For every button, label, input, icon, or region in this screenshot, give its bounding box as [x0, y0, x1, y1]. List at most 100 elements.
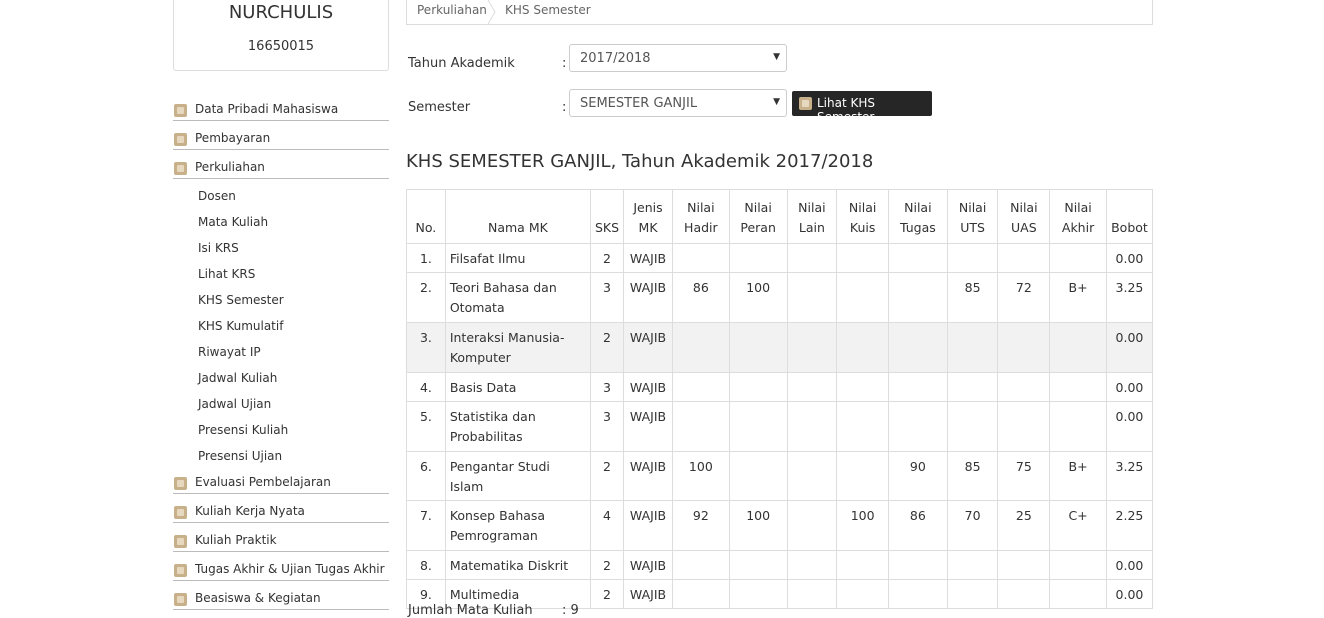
cell-tugas: [887, 243, 948, 273]
cell-tugas: 90: [887, 451, 948, 501]
breadcrumb: Perkuliahan KHS Semester: [406, 0, 1153, 25]
cell-tugas: [887, 272, 948, 323]
sidebar-subitem-label: Riwayat IP: [198, 345, 261, 359]
cell-uas: [997, 401, 1051, 452]
sidebar-subitem-presensi-kuliah[interactable]: Presensi Kuliah: [173, 421, 389, 447]
cell-akhir: B+: [1049, 451, 1107, 501]
cell-kuis: 100: [836, 500, 889, 551]
cell-uts: 85: [946, 451, 999, 501]
semester-select[interactable]: SEMESTER GANJIL ▼: [569, 89, 787, 117]
cell-akhir: [1049, 322, 1107, 373]
table-row: 5. Statistika dan Probabilitas 3 WAJIB 0.00: [406, 401, 1154, 452]
cell-uas: [997, 550, 1051, 580]
cell-lain: [786, 372, 838, 402]
tahun-akademik-select[interactable]: 2017/2018 ▼: [569, 44, 787, 72]
cell-tugas: [887, 401, 948, 452]
breadcrumb-parent[interactable]: Perkuliahan: [417, 3, 487, 17]
sidebar-subitem-khs-semester[interactable]: KHS Semester: [173, 291, 389, 317]
cell-jenis: WAJIB: [623, 550, 673, 580]
menu-icon: [174, 477, 187, 490]
cell-uts: 85: [946, 272, 999, 323]
cell-akhir: B+: [1049, 272, 1107, 323]
sidebar-subitem-jadwal-kuliah[interactable]: Jadwal Kuliah: [173, 369, 389, 395]
cell-nama: Konsep Bahasa Pemrograman: [444, 500, 591, 551]
sidebar-item-row: Perkuliahan: [173, 158, 389, 179]
cell-akhir: [1049, 579, 1107, 609]
sidebar-subitem-label: Lihat KRS: [198, 267, 256, 281]
sidebar-subitem-lihat-krs[interactable]: Lihat KRS: [173, 265, 389, 291]
table-row: 4. Basis Data 3 WAJIB 0.00: [406, 372, 1154, 402]
sidebar-subitem-label: Presensi Kuliah: [198, 423, 289, 437]
cell-bobot: 3.25: [1105, 451, 1154, 501]
sidebar-subitem-dosen[interactable]: Dosen: [173, 187, 389, 213]
sidebar-item-perkuliahan[interactable]: Perkuliahan: [173, 158, 389, 187]
sidebar-item-row: Pembayaran: [173, 129, 389, 150]
menu-icon: [174, 593, 187, 606]
cell-jenis: WAJIB: [623, 372, 673, 402]
sidebar-subitem-isi-krs[interactable]: Isi KRS: [173, 239, 389, 265]
cell-peran: 100: [728, 500, 788, 551]
cell-bobot: 0.00: [1105, 372, 1154, 402]
cell-lain: [786, 322, 838, 373]
cell-jenis: WAJIB: [623, 579, 673, 609]
sidebar-subitem-label: KHS Kumulatif: [198, 319, 284, 333]
cell-nama: Filsafat Ilmu: [444, 243, 591, 273]
column-header: Nilai Tugas: [887, 189, 948, 244]
cell-uas: [997, 579, 1051, 609]
cell-uas: [997, 372, 1051, 402]
table-row: 1. Filsafat Ilmu 2 WAJIB 0.00: [406, 243, 1154, 273]
cell-uts: [946, 243, 999, 273]
cell-sks: 3: [589, 401, 625, 452]
cell-bobot: 0.00: [1105, 322, 1154, 373]
sidebar-subitem-label: Jadwal Ujian: [198, 397, 272, 411]
cell-sks: 4: [589, 500, 625, 551]
cell-kuis: [836, 372, 889, 402]
sidebar-subitem-mata-kuliah[interactable]: Mata Kuliah: [173, 213, 389, 239]
column-header: Nilai Peran: [728, 189, 788, 244]
breadcrumb-current: KHS Semester: [505, 3, 591, 17]
cell-hadir: [671, 322, 730, 373]
cell-nama: Teori Bahasa dan Otomata: [444, 272, 591, 323]
sidebar-item-evaluasi-pembelajaran[interactable]: Evaluasi Pembelajaran: [173, 473, 389, 502]
sidebar-item-beasiswa-kegiatan[interactable]: Beasiswa & Kegiatan: [173, 589, 389, 618]
cell-kuis: [836, 451, 889, 501]
lihat-khs-button-label: Lihat KHS Semester: [817, 96, 876, 124]
cell-no: 4.: [406, 372, 446, 402]
cell-uas: 72: [997, 272, 1051, 323]
cell-lain: [786, 550, 838, 580]
column-header: Nama MK: [444, 189, 591, 244]
sidebar-subitem-riwayat-ip[interactable]: Riwayat IP: [173, 343, 389, 369]
khs-table: No. Nama MK SKS Jenis MK Nilai Hadir Nilai Pe…: [406, 189, 1154, 609]
sidebar-subitem-khs-kumulatif[interactable]: KHS Kumulatif: [173, 317, 389, 343]
cell-kuis: [836, 243, 889, 273]
cell-hadir: [671, 579, 730, 609]
sidebar-subitem-presensi-ujian[interactable]: Presensi Ujian: [173, 447, 389, 473]
cell-tugas: [887, 322, 948, 373]
cell-peran: [728, 451, 788, 501]
menu-icon: [799, 97, 812, 110]
breadcrumb-separator-icon: [487, 0, 496, 24]
table-row: 8. Matematika Diskrit 2 WAJIB 0.00: [406, 550, 1154, 580]
cell-uts: [946, 579, 999, 609]
table-header-row: No. Nama MK SKS Jenis MK Nilai Hadir Nilai Pe…: [406, 189, 1154, 244]
lihat-khs-button[interactable]: Lihat KHS Semester: [792, 91, 932, 124]
sidebar-item-data-pribadi-mahasiswa[interactable]: Data Pribadi Mahasiswa: [173, 100, 389, 129]
cell-jenis: WAJIB: [623, 272, 673, 323]
sidebar-item-label: Data Pribadi Mahasiswa: [195, 102, 339, 116]
sidebar-item-tugas-akhir-ujian-tugas-akhir[interactable]: Tugas Akhir & Ujian Tugas Akhir: [173, 560, 389, 589]
sidebar-item-kuliah-kerja-nyata[interactable]: Kuliah Kerja Nyata: [173, 502, 389, 531]
cell-jenis: WAJIB: [623, 401, 673, 452]
cell-nama: Matematika Diskrit: [444, 550, 591, 580]
sidebar-item-kuliah-praktik[interactable]: Kuliah Praktik: [173, 531, 389, 560]
cell-jenis: WAJIB: [623, 322, 673, 373]
cell-peran: [728, 243, 788, 273]
sidebar-item-row: Data Pribadi Mahasiswa: [173, 100, 389, 121]
semester-label: Semester: [408, 100, 471, 115]
sidebar-item-pembayaran[interactable]: Pembayaran: [173, 129, 389, 158]
cell-tugas: [887, 579, 948, 609]
sidebar-item-row: Beasiswa & Kegiatan: [173, 589, 389, 610]
sidebar-subitem-jadwal-ujian[interactable]: Jadwal Ujian: [173, 395, 389, 421]
column-header: Bobot: [1105, 189, 1154, 244]
profile-card: NURCHULIS 16650015: [173, 0, 389, 71]
sidebar-item-label: Pembayaran: [195, 131, 271, 145]
